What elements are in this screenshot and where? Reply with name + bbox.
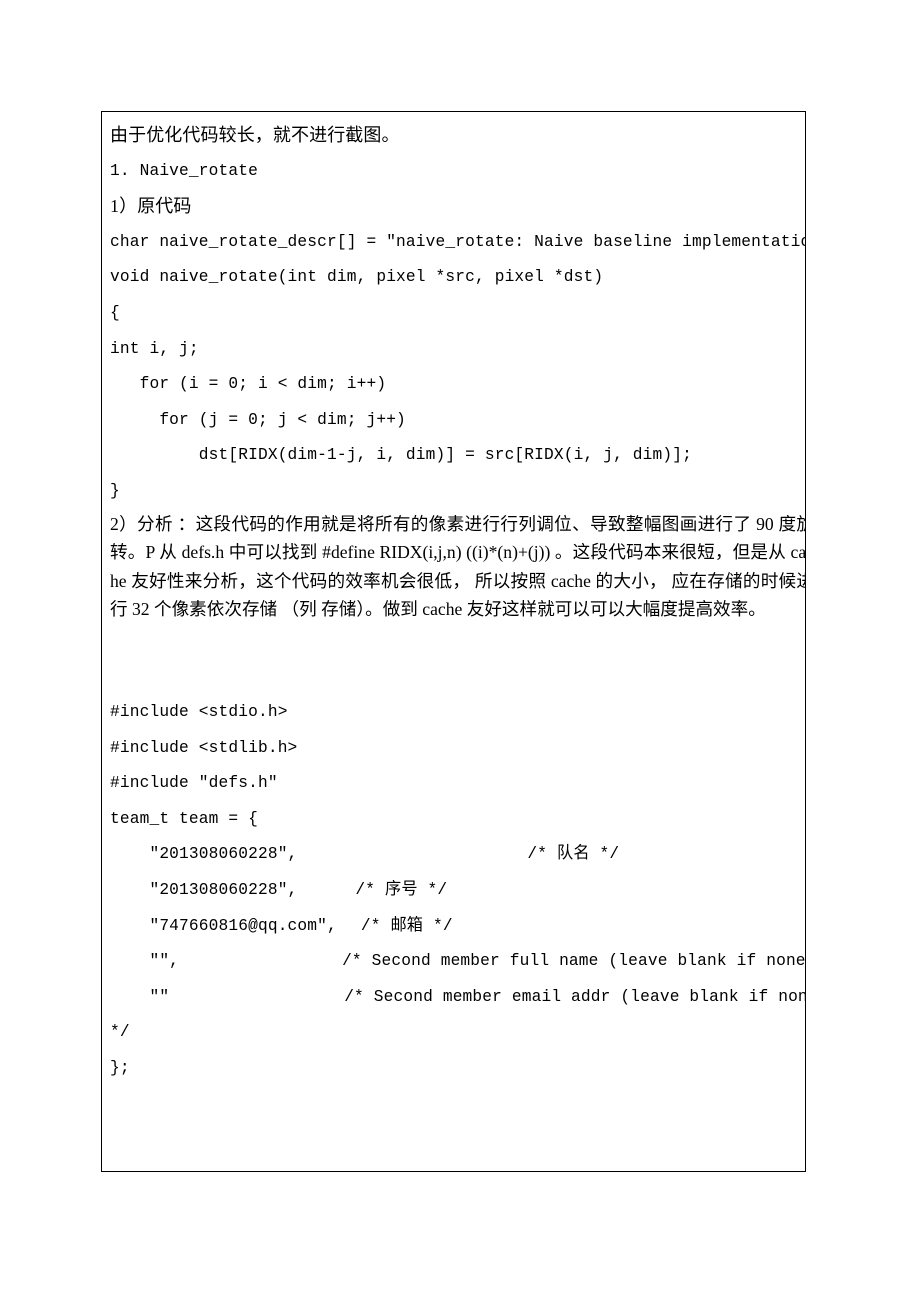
- team-member-row: "747660816@qq.com", /* 邮箱 */: [102, 909, 805, 945]
- code-line-open-brace: {: [110, 303, 120, 322]
- code-line-include-defs: #include "defs.h": [110, 774, 278, 793]
- code-line-descr: char naive_rotate_descr[] = "naive_rotat…: [110, 232, 805, 251]
- code-line-assign: dst[RIDX(dim-1-j, i, dim)] = src[RIDX(i,…: [110, 446, 692, 465]
- code-line-close-brace: }: [110, 481, 120, 500]
- team-member-comment: /* Second member email addr (leave blank…: [344, 987, 805, 1006]
- team-member-value: "747660816@qq.com",: [110, 916, 337, 935]
- team-member-comment: /* Second member full name (leave blank …: [342, 952, 805, 971]
- code-line-team-open: team_t team = {: [110, 809, 258, 828]
- team-member-value: "",: [110, 952, 180, 971]
- document-table-cell: 由于优化代码较长，就不进行截图。 1. Naive_rotate 1）原代码 c…: [102, 112, 805, 1171]
- document-page: 由于优化代码较长，就不进行截图。 1. Naive_rotate 1）原代码 c…: [0, 0, 920, 1302]
- team-member-value: "201308060228",: [110, 881, 298, 900]
- team-member-row: "", /* Second member full name (leave bla…: [102, 944, 805, 980]
- team-member-row: "201308060228", /* 序号 */: [102, 873, 805, 909]
- team-member-value: "": [110, 987, 170, 1006]
- code-line-team-close: };: [110, 1059, 130, 1078]
- team-member-comment: /* 队名 */: [527, 845, 620, 864]
- document-table-border: 由于优化代码较长，就不进行截图。 1. Naive_rotate 1）原代码 c…: [101, 111, 806, 1172]
- intro-line: 由于优化代码较长，就不进行截图。: [110, 125, 400, 145]
- bottom-spacer: [102, 1087, 805, 1171]
- analysis-label: 2）分析 ：: [110, 513, 196, 534]
- code-line-signature: void naive_rotate(int dim, pixel *src, p…: [110, 268, 604, 287]
- heading-naive-rotate: 1. Naive_rotate: [110, 161, 258, 180]
- analysis-body: 这段代码的作用就是将所有的像素进行行列调位、导致整幅图画进行了 90 度旋转。P…: [110, 513, 805, 620]
- heading-original-code: 1）原代码: [110, 196, 192, 217]
- team-member-comment: /* 邮箱 */: [360, 916, 453, 935]
- code-line-for-i: for (i = 0; i < dim; i++): [110, 375, 387, 394]
- team-member-value: "201308060228",: [110, 845, 298, 864]
- team-member-comment: /* 序号 */: [355, 881, 448, 900]
- code-line-comment-close: */: [110, 1023, 130, 1042]
- analysis-paragraph: 2）分析 ：这段代码的作用就是将所有的像素进行行列调位、导致整幅图画进行了 90…: [102, 510, 805, 624]
- code-line-for-j: for (j = 0; j < dim; j++): [110, 410, 406, 429]
- team-member-row: "201308060228", /* 队名 */: [102, 837, 805, 873]
- code-line-include-stdio: #include <stdio.h>: [110, 703, 288, 722]
- code-line-decl: int i, j;: [110, 339, 199, 358]
- code-line-include-stdlib: #include <stdlib.h>: [110, 738, 298, 757]
- team-member-row: "" /* Second member email addr (leave bla…: [102, 980, 805, 1016]
